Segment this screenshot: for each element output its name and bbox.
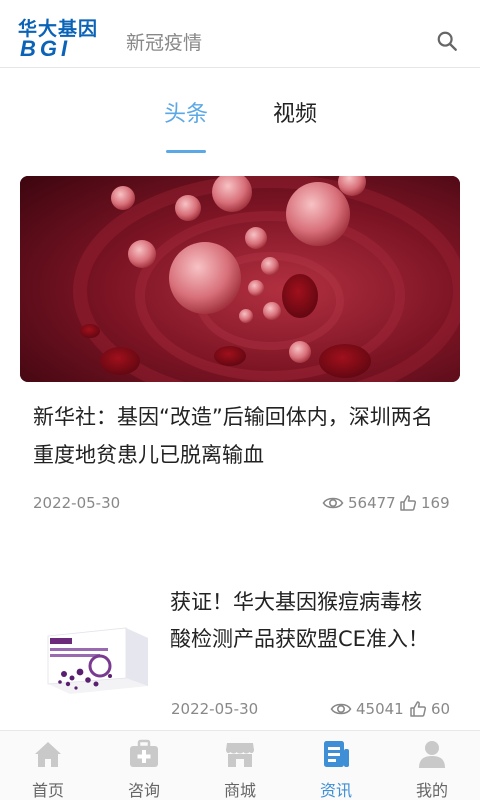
active-tab-indicator (166, 150, 206, 153)
like-count[interactable]: 169 (399, 494, 450, 512)
tab-videos[interactable]: 视频 (273, 96, 317, 128)
view-count: 45041 (330, 700, 404, 718)
nav-news[interactable]: 资讯 (288, 737, 384, 800)
thumbs-up-icon (400, 495, 417, 511)
medical-kit-icon (130, 739, 158, 767)
nav-profile-label: 我的 (415, 781, 448, 800)
view-count-value: 56477 (348, 494, 396, 512)
thumbs-up-icon (410, 701, 427, 717)
like-count[interactable]: 60 (409, 700, 450, 718)
news-icon (324, 741, 349, 767)
article-thumbnail-image (40, 602, 152, 694)
nav-news-label: 资讯 (319, 781, 352, 800)
nav-consult[interactable]: 咨询 (96, 737, 192, 800)
article-hero-image (20, 176, 460, 382)
app-header: 华大基因 BGI 新冠疫情 (0, 0, 480, 68)
article-date: 2022-05-30 (171, 700, 259, 718)
view-count-value: 45041 (356, 700, 404, 718)
nav-home[interactable]: 首页 (0, 737, 96, 800)
content-tabs: 头条 视频 (0, 92, 480, 156)
nav-consult-label: 咨询 (127, 781, 160, 800)
like-count-value: 169 (421, 494, 450, 512)
nav-home-label: 首页 (31, 781, 64, 800)
eye-icon (322, 497, 344, 509)
nav-store[interactable]: 商城 (192, 737, 288, 800)
bottom-navigation-bar: 首页 咨询 商城 资讯 我的 (0, 730, 480, 800)
article-title[interactable]: 获证！华大基因猴痘病毒核酸检测产品获欧盟CE准入！ (170, 584, 440, 658)
home-icon (35, 742, 61, 767)
header-title[interactable]: 新冠疫情 (126, 28, 202, 55)
bgi-logo[interactable]: 华大基因 BGI (18, 14, 102, 61)
article-date: 2022-05-30 (33, 494, 121, 512)
logo-english-text: BGI (20, 36, 72, 61)
like-count-value: 60 (431, 700, 451, 718)
view-count: 56477 (322, 494, 396, 512)
article-title[interactable]: 新华社：基因“改造”后输回体内，深圳两名重度地贫患儿已脱离输血 (33, 398, 453, 474)
nav-profile[interactable]: 我的 (384, 737, 480, 800)
eye-icon (330, 703, 352, 715)
search-icon[interactable] (436, 30, 458, 52)
user-icon (419, 741, 445, 768)
tab-headlines[interactable]: 头条 (164, 96, 208, 128)
store-icon (226, 743, 254, 767)
nav-store-label: 商城 (223, 781, 256, 800)
